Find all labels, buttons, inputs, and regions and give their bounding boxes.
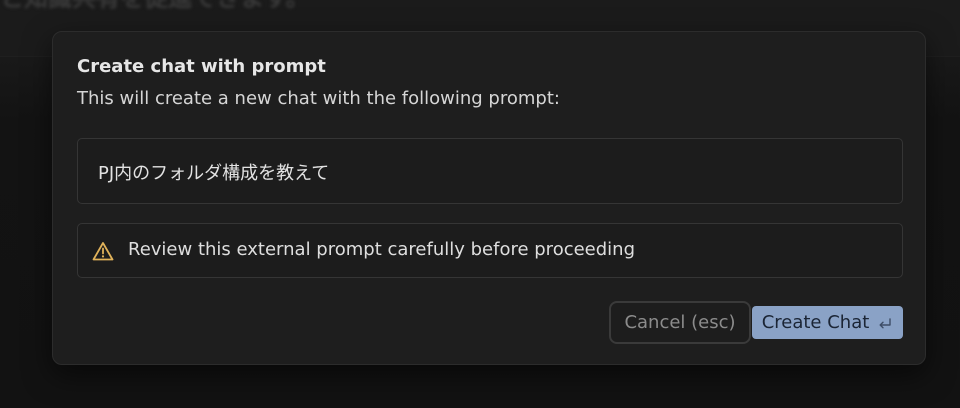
warning-text: Review this external prompt carefully be… <box>128 239 636 260</box>
cancel-button[interactable]: Cancel (esc) <box>609 301 751 344</box>
prompt-preview-box: PJ内のフォルダ構成を教えて <box>77 138 903 204</box>
dialog-subtitle: This will create a new chat with the fol… <box>77 88 560 109</box>
create-chat-button-label: Create Chat <box>761 312 870 333</box>
create-chat-button[interactable]: Create Chat <box>752 306 903 339</box>
create-chat-dialog: Create chat with prompt This will create… <box>52 31 926 365</box>
warning-banner: Review this external prompt carefully be… <box>77 223 903 278</box>
dialog-title: Create chat with prompt <box>77 56 326 77</box>
prompt-text: PJ内のフォルダ構成を教えて <box>98 163 330 184</box>
enter-return-icon <box>879 317 891 328</box>
background-title: と知識共有を促進できます。 <box>0 0 310 13</box>
cancel-button-label: Cancel (esc) <box>624 312 736 333</box>
warning-triangle-icon <box>92 242 114 261</box>
